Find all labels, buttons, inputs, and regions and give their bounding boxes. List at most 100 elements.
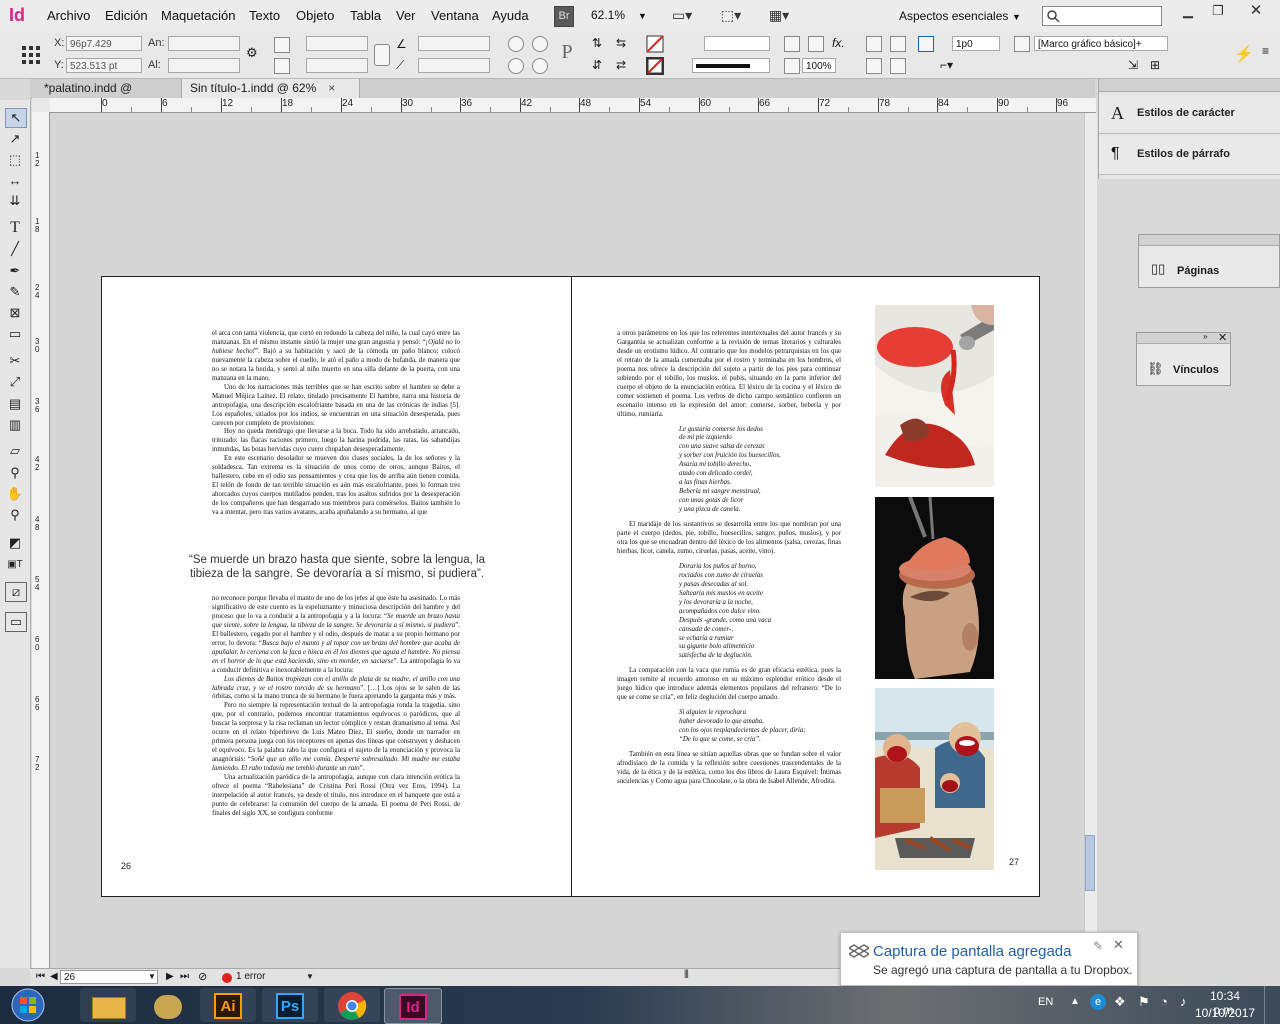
fill-none-icon[interactable] [646, 35, 664, 53]
arrange-documents-icon[interactable]: ▦▾ [765, 6, 793, 25]
direct-selection-tool-icon[interactable]: ↗ [5, 130, 25, 148]
photoshop-taskbar-icon[interactable]: Ps [262, 988, 318, 1022]
pin-icon[interactable]: ✎ [1093, 939, 1103, 953]
close-tab-icon[interactable]: × [328, 81, 335, 95]
dock-header[interactable] [1099, 79, 1280, 92]
left-text-frame-bottom[interactable]: no reconoce porque llevaba el manto de u… [212, 595, 460, 850]
paragraph-styles-panel-button[interactable]: ¶ Estilos de párrafo [1099, 136, 1280, 175]
y-position-field[interactable]: 523.513 pt [66, 58, 142, 73]
language-indicator[interactable]: EN [1038, 996, 1053, 1008]
pen-tool-icon[interactable]: ✒ [5, 262, 25, 280]
screen-mode-icon[interactable]: ⬚▾ [718, 6, 744, 25]
show-desktop-button[interactable] [1264, 986, 1280, 1024]
menu-maquetacion[interactable]: Maquetación [161, 8, 235, 23]
apply-none-icon[interactable]: ⧄ [5, 582, 27, 602]
scrollbar-grip-icon[interactable]: ⦀ [684, 969, 689, 982]
rectangle-frame-tool-icon[interactable]: ⊠ [5, 304, 25, 322]
flip-v-icon[interactable] [532, 58, 548, 74]
stroke-weight-dropdown[interactable] [704, 36, 770, 51]
workspace-dropdown-icon[interactable]: ▼ [1012, 12, 1021, 22]
stroke-none-icon[interactable] [646, 57, 664, 75]
tab-sin-titulo[interactable]: Sin título-1.indd @ 62% × [182, 79, 360, 98]
stroke-type-dropdown[interactable] [692, 58, 770, 73]
menu-ventana[interactable]: Ventana [431, 8, 479, 23]
pages-panel[interactable]: ▯▯ Páginas [1138, 234, 1280, 288]
select-next-icon[interactable]: ⇄ [616, 58, 632, 74]
rotate-cw-icon[interactable] [508, 36, 524, 52]
frame-fitting-icon[interactable] [918, 36, 934, 52]
edge-tray-icon[interactable]: e [1090, 994, 1106, 1010]
character-styles-panel-button[interactable]: A Estilos de carácter [1099, 95, 1280, 134]
gap-tool-icon[interactable]: ↔ [5, 172, 25, 190]
scale-x-field[interactable] [306, 36, 368, 51]
close-window-button[interactable]: ✕ [1236, 0, 1276, 22]
indesign-taskbar-icon[interactable]: Id [384, 988, 442, 1024]
panel-header[interactable] [1139, 235, 1279, 246]
collage-image-sauce[interactable] [875, 305, 994, 487]
help-search-input[interactable] [1042, 6, 1162, 26]
menu-tabla[interactable]: Tabla [350, 8, 381, 23]
menu-texto[interactable]: Texto [249, 8, 280, 23]
maximize-button[interactable]: ❐ [1203, 0, 1233, 22]
menu-ver[interactable]: Ver [396, 8, 416, 23]
start-button-icon[interactable] [10, 987, 46, 1023]
next-page-icon[interactable]: ▶ [166, 971, 174, 982]
page-tool-icon[interactable]: ⬚ [5, 151, 25, 169]
preflight-errors[interactable]: 1 error [236, 971, 265, 982]
workspace-switcher[interactable]: Aspectos esenciales [899, 9, 1008, 23]
page-number-field[interactable]: 26 [60, 970, 158, 984]
link-scale-icon[interactable] [374, 44, 390, 66]
previous-page-icon[interactable]: ◀ [50, 971, 58, 982]
corner-options-icon[interactable]: ⌐▾ [940, 58, 974, 74]
screen-mode-tool-icon[interactable]: ▭ [5, 612, 27, 632]
panel-menu-icon[interactable]: ≡ [1262, 44, 1278, 60]
line-tool-icon[interactable]: ╱ [5, 240, 25, 258]
explorer-taskbar-icon[interactable] [80, 988, 136, 1022]
zoom-dropdown-icon[interactable]: ▼ [638, 11, 647, 21]
scissors-tool-icon[interactable]: ✂ [5, 352, 25, 370]
type-tool-icon[interactable]: T [5, 219, 25, 237]
close-toast-icon[interactable]: ✕ [1113, 937, 1124, 953]
dropbox-tray-icon[interactable]: ❖ [1114, 994, 1126, 1010]
collage-image-picnic[interactable] [875, 688, 994, 870]
text-wrap-icon[interactable] [866, 36, 882, 52]
gradient-feather-tool-icon[interactable]: ▥ [5, 416, 25, 434]
menu-edicion[interactable]: Edición [105, 8, 148, 23]
new-style-icon[interactable]: ⊞ [1150, 58, 1166, 74]
content-collector-icon[interactable]: ⇊ [5, 192, 25, 210]
quick-apply-icon[interactable]: ⚡ [1234, 44, 1254, 63]
chrome-taskbar-icon[interactable] [324, 988, 380, 1022]
scrollbar-thumb[interactable] [1085, 835, 1095, 891]
preflight-icon[interactable]: ⊘ [198, 970, 207, 983]
close-panel-icon[interactable]: ✕ [1218, 331, 1227, 344]
select-content-icon[interactable]: ⇵ [592, 58, 608, 74]
x-position-field[interactable]: 96p7.429 [66, 36, 142, 51]
left-text-frame-top[interactable]: el arca con tanta violencia, que cortó e… [212, 330, 460, 548]
scale-y-field[interactable] [306, 58, 368, 73]
fill-stroke-icon[interactable]: ◩ [5, 534, 25, 552]
tab-palatino[interactable]: *palatino.indd @ 91%× [36, 79, 182, 114]
page-dropdown-icon[interactable]: ▼ [148, 972, 156, 981]
formatting-affects-icon[interactable]: ▣T [5, 556, 25, 574]
object-style-dropdown[interactable]: [Marco gráfico básico]+ [1034, 36, 1168, 51]
constrain-proportions-icon[interactable]: ⚙ [246, 45, 260, 63]
zoom-level[interactable]: 62.1% [591, 8, 625, 22]
rotation-field[interactable] [418, 36, 490, 51]
effects-icon[interactable]: fx. [832, 36, 848, 52]
rectangle-tool-icon[interactable]: ▭ [5, 325, 25, 343]
right-text-frame[interactable]: a otros parámetros en los que los refere… [617, 330, 841, 852]
fitting-icon[interactable] [866, 58, 882, 74]
collage-image-head[interactable] [875, 497, 994, 679]
clear-overrides-icon[interactable]: ⇲ [1128, 58, 1144, 74]
hand-tool-icon[interactable]: ✋ [5, 485, 25, 503]
zoom-tool-icon[interactable]: ⚲ [5, 506, 25, 524]
collapse-panel-icon[interactable]: » [1203, 332, 1207, 341]
text-wrap-object-icon[interactable] [890, 36, 906, 52]
opacity-field[interactable]: 100% [802, 58, 836, 73]
width-field[interactable] [168, 36, 240, 51]
last-page-icon[interactable]: ⏭ [180, 971, 189, 982]
panel-header[interactable] [1137, 333, 1230, 344]
shear-field[interactable] [418, 58, 490, 73]
show-hidden-icons-icon[interactable]: ▲ [1070, 996, 1080, 1007]
height-field[interactable] [168, 58, 240, 73]
